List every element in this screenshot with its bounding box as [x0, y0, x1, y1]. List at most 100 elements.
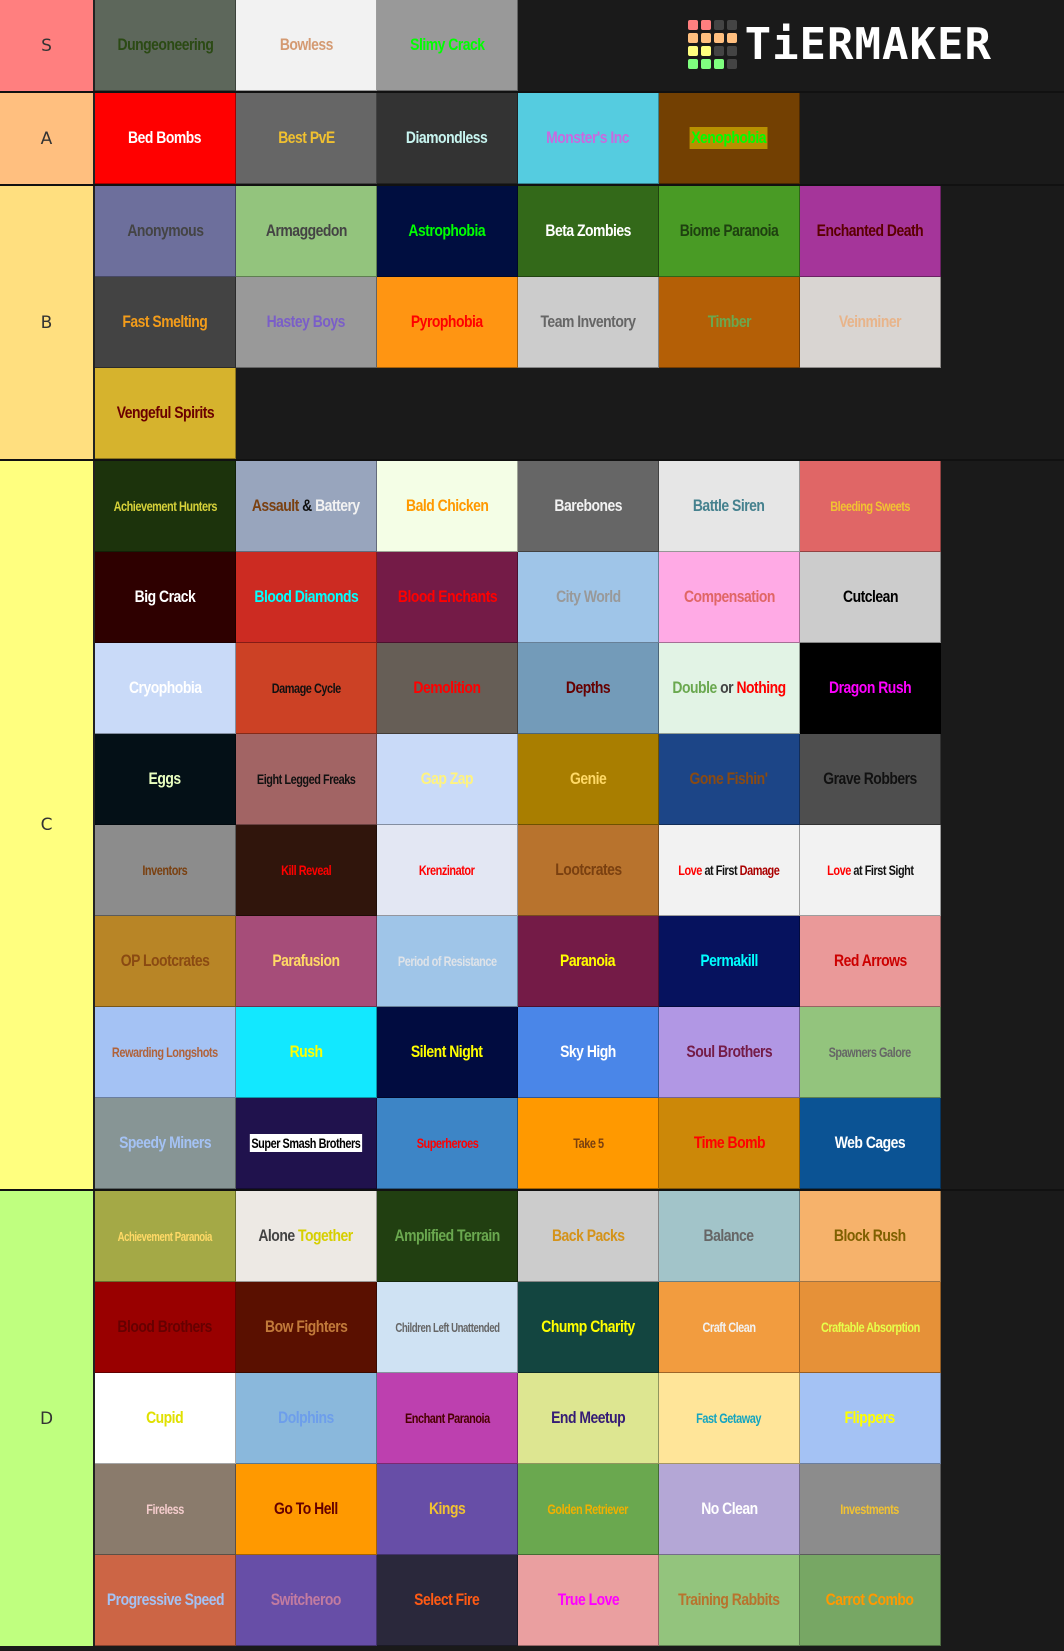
tier-item[interactable]: City World: [518, 552, 659, 643]
tier-item[interactable]: Fireless: [95, 1464, 236, 1555]
tier-item[interactable]: Enchant Paranoia: [377, 1373, 518, 1464]
tier-item[interactable]: Paranoia: [518, 916, 659, 1007]
tier-label-c[interactable]: C: [0, 461, 95, 1189]
tier-item[interactable]: Permakill: [659, 916, 800, 1007]
tier-item[interactable]: Sky High: [518, 1007, 659, 1098]
tier-item[interactable]: Period of Resistance: [377, 916, 518, 1007]
tier-label-b[interactable]: B: [0, 186, 95, 459]
tier-item[interactable]: End Meetup: [518, 1373, 659, 1464]
tier-item[interactable]: Parafusion: [236, 916, 377, 1007]
tier-item[interactable]: Cupid: [95, 1373, 236, 1464]
tier-item[interactable]: Biome Paranoia: [659, 186, 800, 277]
tier-item[interactable]: Kill Reveal: [236, 825, 377, 916]
tier-item[interactable]: Hastey Boys: [236, 277, 377, 368]
tier-item[interactable]: Monster's Inc: [518, 93, 659, 184]
tier-item[interactable]: Red Arrows: [800, 916, 941, 1007]
tier-item[interactable]: Bed Bombs: [95, 93, 236, 184]
tier-item[interactable]: Timber: [659, 277, 800, 368]
tier-item[interactable]: Krenzinator: [377, 825, 518, 916]
tier-item[interactable]: Speedy Miners: [95, 1098, 236, 1189]
tier-item[interactable]: Bald Chicken: [377, 461, 518, 552]
tier-item[interactable]: Achievement Hunters: [95, 461, 236, 552]
tier-item[interactable]: Eggs: [95, 734, 236, 825]
tier-item[interactable]: Armaggedon: [236, 186, 377, 277]
tier-label-s[interactable]: S: [0, 0, 95, 91]
tier-item[interactable]: Double or Nothing: [659, 643, 800, 734]
tier-item[interactable]: Craftable Absorption: [800, 1282, 941, 1373]
tier-item[interactable]: Balance: [659, 1191, 800, 1282]
tier-item[interactable]: Barebones: [518, 461, 659, 552]
tier-item[interactable]: Astrophobia: [377, 186, 518, 277]
tier-item[interactable]: Chump Charity: [518, 1282, 659, 1373]
tier-item[interactable]: Training Rabbits: [659, 1555, 800, 1646]
tier-item[interactable]: Superheroes: [377, 1098, 518, 1189]
tier-item[interactable]: Kings: [377, 1464, 518, 1555]
tier-item[interactable]: Enchanted Death: [800, 186, 941, 277]
tier-label-a[interactable]: A: [0, 93, 95, 184]
tier-item[interactable]: OP Lootcrates: [95, 916, 236, 1007]
tier-item[interactable]: Web Cages: [800, 1098, 941, 1189]
tier-item[interactable]: Golden Retriever: [518, 1464, 659, 1555]
tier-item[interactable]: Progressive Speed: [95, 1555, 236, 1646]
tier-item[interactable]: Cutclean: [800, 552, 941, 643]
tier-item[interactable]: Bowless: [236, 0, 377, 91]
tier-label-d[interactable]: D: [0, 1191, 95, 1646]
tier-item[interactable]: Super Smash Brothers: [236, 1098, 377, 1189]
tier-item[interactable]: Select Fire: [377, 1555, 518, 1646]
tier-item[interactable]: Rush: [236, 1007, 377, 1098]
tier-item[interactable]: Fast Smelting: [95, 277, 236, 368]
tier-item[interactable]: Time Bomb: [659, 1098, 800, 1189]
tier-item[interactable]: Assault & Battery: [236, 461, 377, 552]
tier-item[interactable]: Go To Hell: [236, 1464, 377, 1555]
tier-item[interactable]: Lootcrates: [518, 825, 659, 916]
tier-item[interactable]: Bleeding Sweets: [800, 461, 941, 552]
tier-item[interactable]: Vengeful Spirits: [95, 368, 236, 459]
tier-item[interactable]: Bow Fighters: [236, 1282, 377, 1373]
tier-item[interactable]: Blood Brothers: [95, 1282, 236, 1373]
tier-item[interactable]: Pyrophobia: [377, 277, 518, 368]
tier-item[interactable]: Dungeoneering: [95, 0, 236, 91]
tier-item[interactable]: Damage Cycle: [236, 643, 377, 734]
tier-item[interactable]: Amplified Terrain: [377, 1191, 518, 1282]
tier-item[interactable]: Take 5: [518, 1098, 659, 1189]
tier-item[interactable]: Big Crack: [95, 552, 236, 643]
tier-item[interactable]: Fast Getaway: [659, 1373, 800, 1464]
tier-item[interactable]: Veinminer: [800, 277, 941, 368]
tier-item[interactable]: Investments: [800, 1464, 941, 1555]
tier-item[interactable]: Gap Zap: [377, 734, 518, 825]
tier-item[interactable]: Dolphins: [236, 1373, 377, 1464]
tier-item[interactable]: Blood Enchants: [377, 552, 518, 643]
tier-item[interactable]: Block Rush: [800, 1191, 941, 1282]
tier-item[interactable]: Soul Brothers: [659, 1007, 800, 1098]
tier-item[interactable]: True Love: [518, 1555, 659, 1646]
tier-item[interactable]: Alone Together: [236, 1191, 377, 1282]
tier-item[interactable]: Craft Clean: [659, 1282, 800, 1373]
tier-item[interactable]: Achievement Paranoia: [95, 1191, 236, 1282]
tier-item[interactable]: Depths: [518, 643, 659, 734]
tier-item[interactable]: Rewarding Longshots: [95, 1007, 236, 1098]
tier-item[interactable]: No Clean: [659, 1464, 800, 1555]
tier-item[interactable]: Team Inventory: [518, 277, 659, 368]
tier-item[interactable]: Genie: [518, 734, 659, 825]
tier-item[interactable]: Switcheroo: [236, 1555, 377, 1646]
tier-item[interactable]: Slimy Crack: [377, 0, 518, 91]
tier-item[interactable]: Anonymous: [95, 186, 236, 277]
tier-item[interactable]: Battle Siren: [659, 461, 800, 552]
tier-item[interactable]: Children Left Unattended: [377, 1282, 518, 1373]
tier-item[interactable]: Spawners Galore: [800, 1007, 941, 1098]
tier-item[interactable]: Flippers: [800, 1373, 941, 1464]
tier-item[interactable]: Dragon Rush: [800, 643, 941, 734]
tier-item[interactable]: Eight Legged Freaks: [236, 734, 377, 825]
tier-item[interactable]: Love at First Damage: [659, 825, 800, 916]
tier-item[interactable]: Silent Night: [377, 1007, 518, 1098]
tier-item[interactable]: Grave Robbers: [800, 734, 941, 825]
tier-item[interactable]: Inventors: [95, 825, 236, 916]
tier-item[interactable]: Demolition: [377, 643, 518, 734]
tier-item[interactable]: Back Packs: [518, 1191, 659, 1282]
tier-item[interactable]: Carrot Combo: [800, 1555, 941, 1646]
tier-item[interactable]: Beta Zombies: [518, 186, 659, 277]
tier-item[interactable]: Gone Fishin': [659, 734, 800, 825]
tier-item[interactable]: Compensation: [659, 552, 800, 643]
tier-item[interactable]: Best PvE: [236, 93, 377, 184]
tier-item[interactable]: Xenophobia: [659, 93, 800, 184]
